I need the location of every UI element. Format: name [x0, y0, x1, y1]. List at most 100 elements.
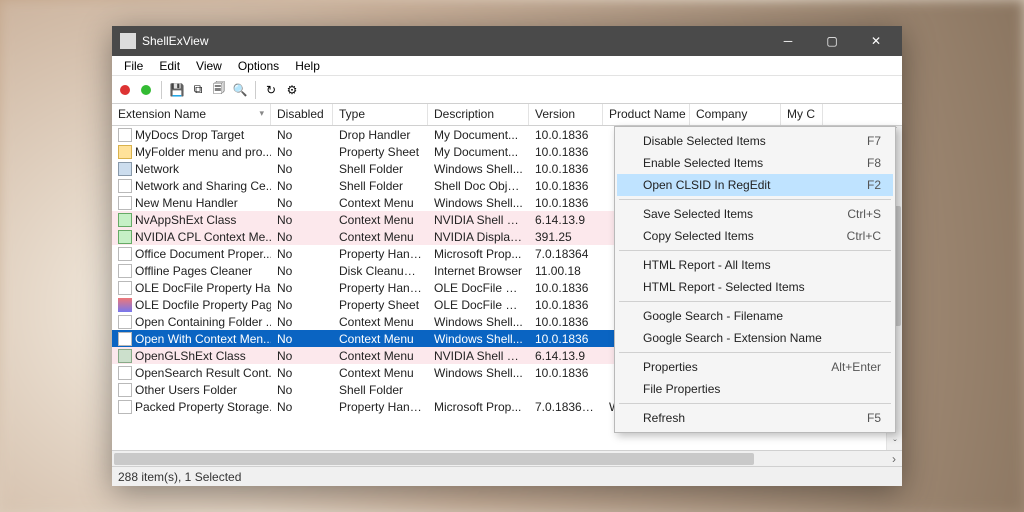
- cell: OpenGLShExt Class: [112, 349, 271, 363]
- app-icon: [120, 33, 136, 49]
- cell: No: [271, 315, 333, 329]
- row-icon: [118, 264, 132, 278]
- col-product[interactable]: Product Name: [603, 104, 690, 125]
- context-item[interactable]: Google Search - Filename: [617, 305, 893, 327]
- cell: Windows Shell...: [428, 315, 529, 329]
- cell: Property Hand...: [333, 247, 428, 261]
- cell: Offline Pages Cleaner: [112, 264, 271, 278]
- col-description[interactable]: Description: [428, 104, 529, 125]
- find-icon[interactable]: 🔍: [231, 81, 249, 99]
- cell: My Document...: [428, 145, 529, 159]
- col-version[interactable]: Version: [529, 104, 603, 125]
- col-disabled[interactable]: Disabled: [271, 104, 333, 125]
- menu-file[interactable]: File: [116, 57, 151, 75]
- col-extension-name[interactable]: Extension Name: [112, 104, 271, 125]
- shortcut-label: Alt+Enter: [831, 360, 881, 374]
- cell: 11.00.18: [529, 264, 603, 278]
- context-item[interactable]: Open CLSID In RegEditF2: [617, 174, 893, 196]
- scroll-down-icon[interactable]: ˇ: [887, 439, 902, 450]
- col-type[interactable]: Type: [333, 104, 428, 125]
- cell: Open Containing Folder ...: [112, 315, 271, 329]
- cell: 10.0.1836: [529, 332, 603, 346]
- row-icon: [118, 247, 132, 261]
- horizontal-scrollbar[interactable]: ‹ ›: [112, 450, 902, 466]
- cell: 10.0.1836: [529, 145, 603, 159]
- cell: 10.0.1836: [529, 128, 603, 142]
- cell: 10.0.1836: [529, 315, 603, 329]
- close-button[interactable]: ✕: [854, 26, 898, 56]
- properties-icon[interactable]: 🗐: [210, 81, 228, 99]
- cell: 6.14.13.9: [529, 349, 603, 363]
- shortcut-label: Ctrl+S: [847, 207, 881, 221]
- cell: OLE Docfile Property Page: [112, 298, 271, 312]
- refresh-icon[interactable]: ↻: [262, 81, 280, 99]
- copy-icon[interactable]: ⧉: [189, 81, 207, 99]
- cell: My Document...: [428, 128, 529, 142]
- scroll-thumb-h[interactable]: [114, 453, 754, 465]
- menu-help[interactable]: Help: [287, 57, 328, 75]
- cell: OLE DocFile Pr...: [428, 281, 529, 295]
- save-icon[interactable]: 💾: [168, 81, 186, 99]
- options-icon[interactable]: ⚙: [283, 81, 301, 99]
- context-separator: [619, 301, 891, 302]
- row-icon: [118, 281, 132, 295]
- cell: Network: [112, 162, 271, 176]
- context-item[interactable]: PropertiesAlt+Enter: [617, 356, 893, 378]
- context-item[interactable]: Enable Selected ItemsF8: [617, 152, 893, 174]
- cell: Context Menu: [333, 315, 428, 329]
- cell: NVIDIA CPL Context Me...: [112, 230, 271, 244]
- context-item[interactable]: Save Selected ItemsCtrl+S: [617, 203, 893, 225]
- cell: Network and Sharing Ce...: [112, 179, 271, 193]
- cell: No: [271, 281, 333, 295]
- cell: 6.14.13.9: [529, 213, 603, 227]
- context-item[interactable]: RefreshF5: [617, 407, 893, 429]
- cell: Context Menu: [333, 332, 428, 346]
- cell: NVIDIA Shell E...: [428, 213, 529, 227]
- maximize-button[interactable]: ▢: [810, 26, 854, 56]
- cell: 10.0.1836: [529, 179, 603, 193]
- context-separator: [619, 403, 891, 404]
- window-title: ShellExView: [142, 34, 766, 48]
- cell: Property Hand...: [333, 400, 428, 414]
- context-item[interactable]: HTML Report - All Items: [617, 254, 893, 276]
- minimize-button[interactable]: ─: [766, 26, 810, 56]
- context-menu[interactable]: Disable Selected ItemsF7Enable Selected …: [614, 126, 896, 433]
- col-myc[interactable]: My C: [781, 104, 823, 125]
- cell: Context Menu: [333, 213, 428, 227]
- context-item[interactable]: HTML Report - Selected Items: [617, 276, 893, 298]
- context-item[interactable]: Disable Selected ItemsF7: [617, 130, 893, 152]
- cell: Microsoft Prop...: [428, 400, 529, 414]
- disable-icon[interactable]: [116, 81, 134, 99]
- cell: Internet Browser: [428, 264, 529, 278]
- scroll-right-icon[interactable]: ›: [886, 452, 902, 466]
- cell: Open With Context Men...: [112, 332, 271, 346]
- cell: MyDocs Drop Target: [112, 128, 271, 142]
- menu-view[interactable]: View: [188, 57, 230, 75]
- titlebar[interactable]: ShellExView ─ ▢ ✕: [112, 26, 902, 56]
- context-item[interactable]: Copy Selected ItemsCtrl+C: [617, 225, 893, 247]
- context-item[interactable]: Google Search - Extension Name: [617, 327, 893, 349]
- context-item[interactable]: File Properties: [617, 378, 893, 400]
- cell: No: [271, 383, 333, 397]
- cell: 10.0.1836: [529, 196, 603, 210]
- row-icon: [118, 383, 132, 397]
- cell: Shell Doc Obje...: [428, 179, 529, 193]
- enable-icon[interactable]: [137, 81, 155, 99]
- row-icon: [118, 128, 132, 142]
- context-separator: [619, 250, 891, 251]
- cell: New Menu Handler: [112, 196, 271, 210]
- cell: 10.0.1836: [529, 298, 603, 312]
- cell: No: [271, 162, 333, 176]
- col-company[interactable]: Company: [690, 104, 781, 125]
- row-icon: [118, 230, 132, 244]
- cell: 10.0.1836: [529, 281, 603, 295]
- context-separator: [619, 352, 891, 353]
- cell: No: [271, 349, 333, 363]
- cell: Property Hand...: [333, 281, 428, 295]
- cell: Windows Shell...: [428, 162, 529, 176]
- menu-edit[interactable]: Edit: [151, 57, 188, 75]
- row-icon: [118, 196, 132, 210]
- row-icon: [118, 400, 132, 414]
- menu-options[interactable]: Options: [230, 57, 287, 75]
- menubar: File Edit View Options Help: [112, 56, 902, 76]
